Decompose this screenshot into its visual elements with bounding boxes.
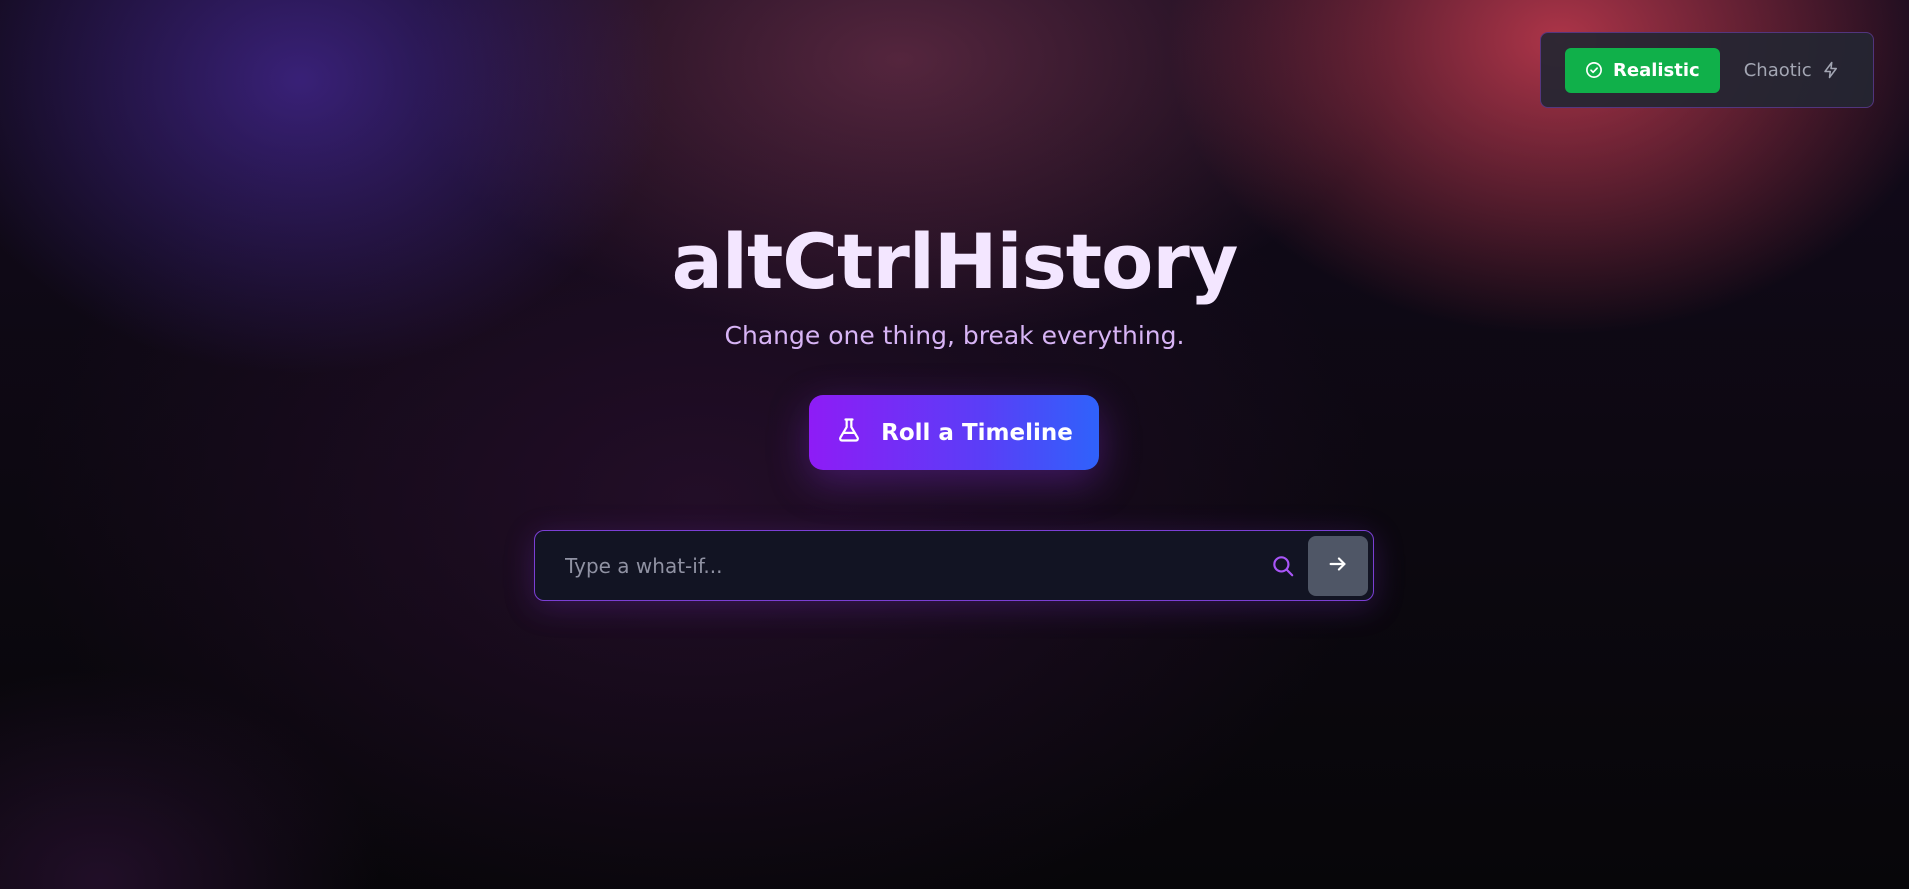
submit-what-if-button[interactable] [1308, 535, 1368, 596]
mode-toggle: Realistic Chaotic [1540, 32, 1874, 108]
search-icon [1270, 553, 1296, 579]
page-title: altCtrlHistory [671, 217, 1239, 306]
mode-realistic-label: Realistic [1613, 59, 1700, 81]
lightning-icon [1822, 61, 1840, 79]
what-if-search-bar [534, 530, 1374, 601]
page-subtitle: Change one thing, break everything. [724, 321, 1185, 350]
roll-timeline-label: Roll a Timeline [881, 419, 1073, 446]
arrow-right-icon [1327, 553, 1349, 579]
check-circle-icon [1585, 61, 1603, 79]
mode-chaotic-label: Chaotic [1743, 59, 1812, 81]
roll-timeline-button[interactable]: Roll a Timeline [809, 395, 1099, 470]
flask-icon [835, 416, 863, 450]
mode-chaotic-button[interactable]: Chaotic [1740, 48, 1844, 93]
what-if-input[interactable] [535, 531, 1270, 600]
mode-realistic-button[interactable]: Realistic [1565, 47, 1720, 93]
